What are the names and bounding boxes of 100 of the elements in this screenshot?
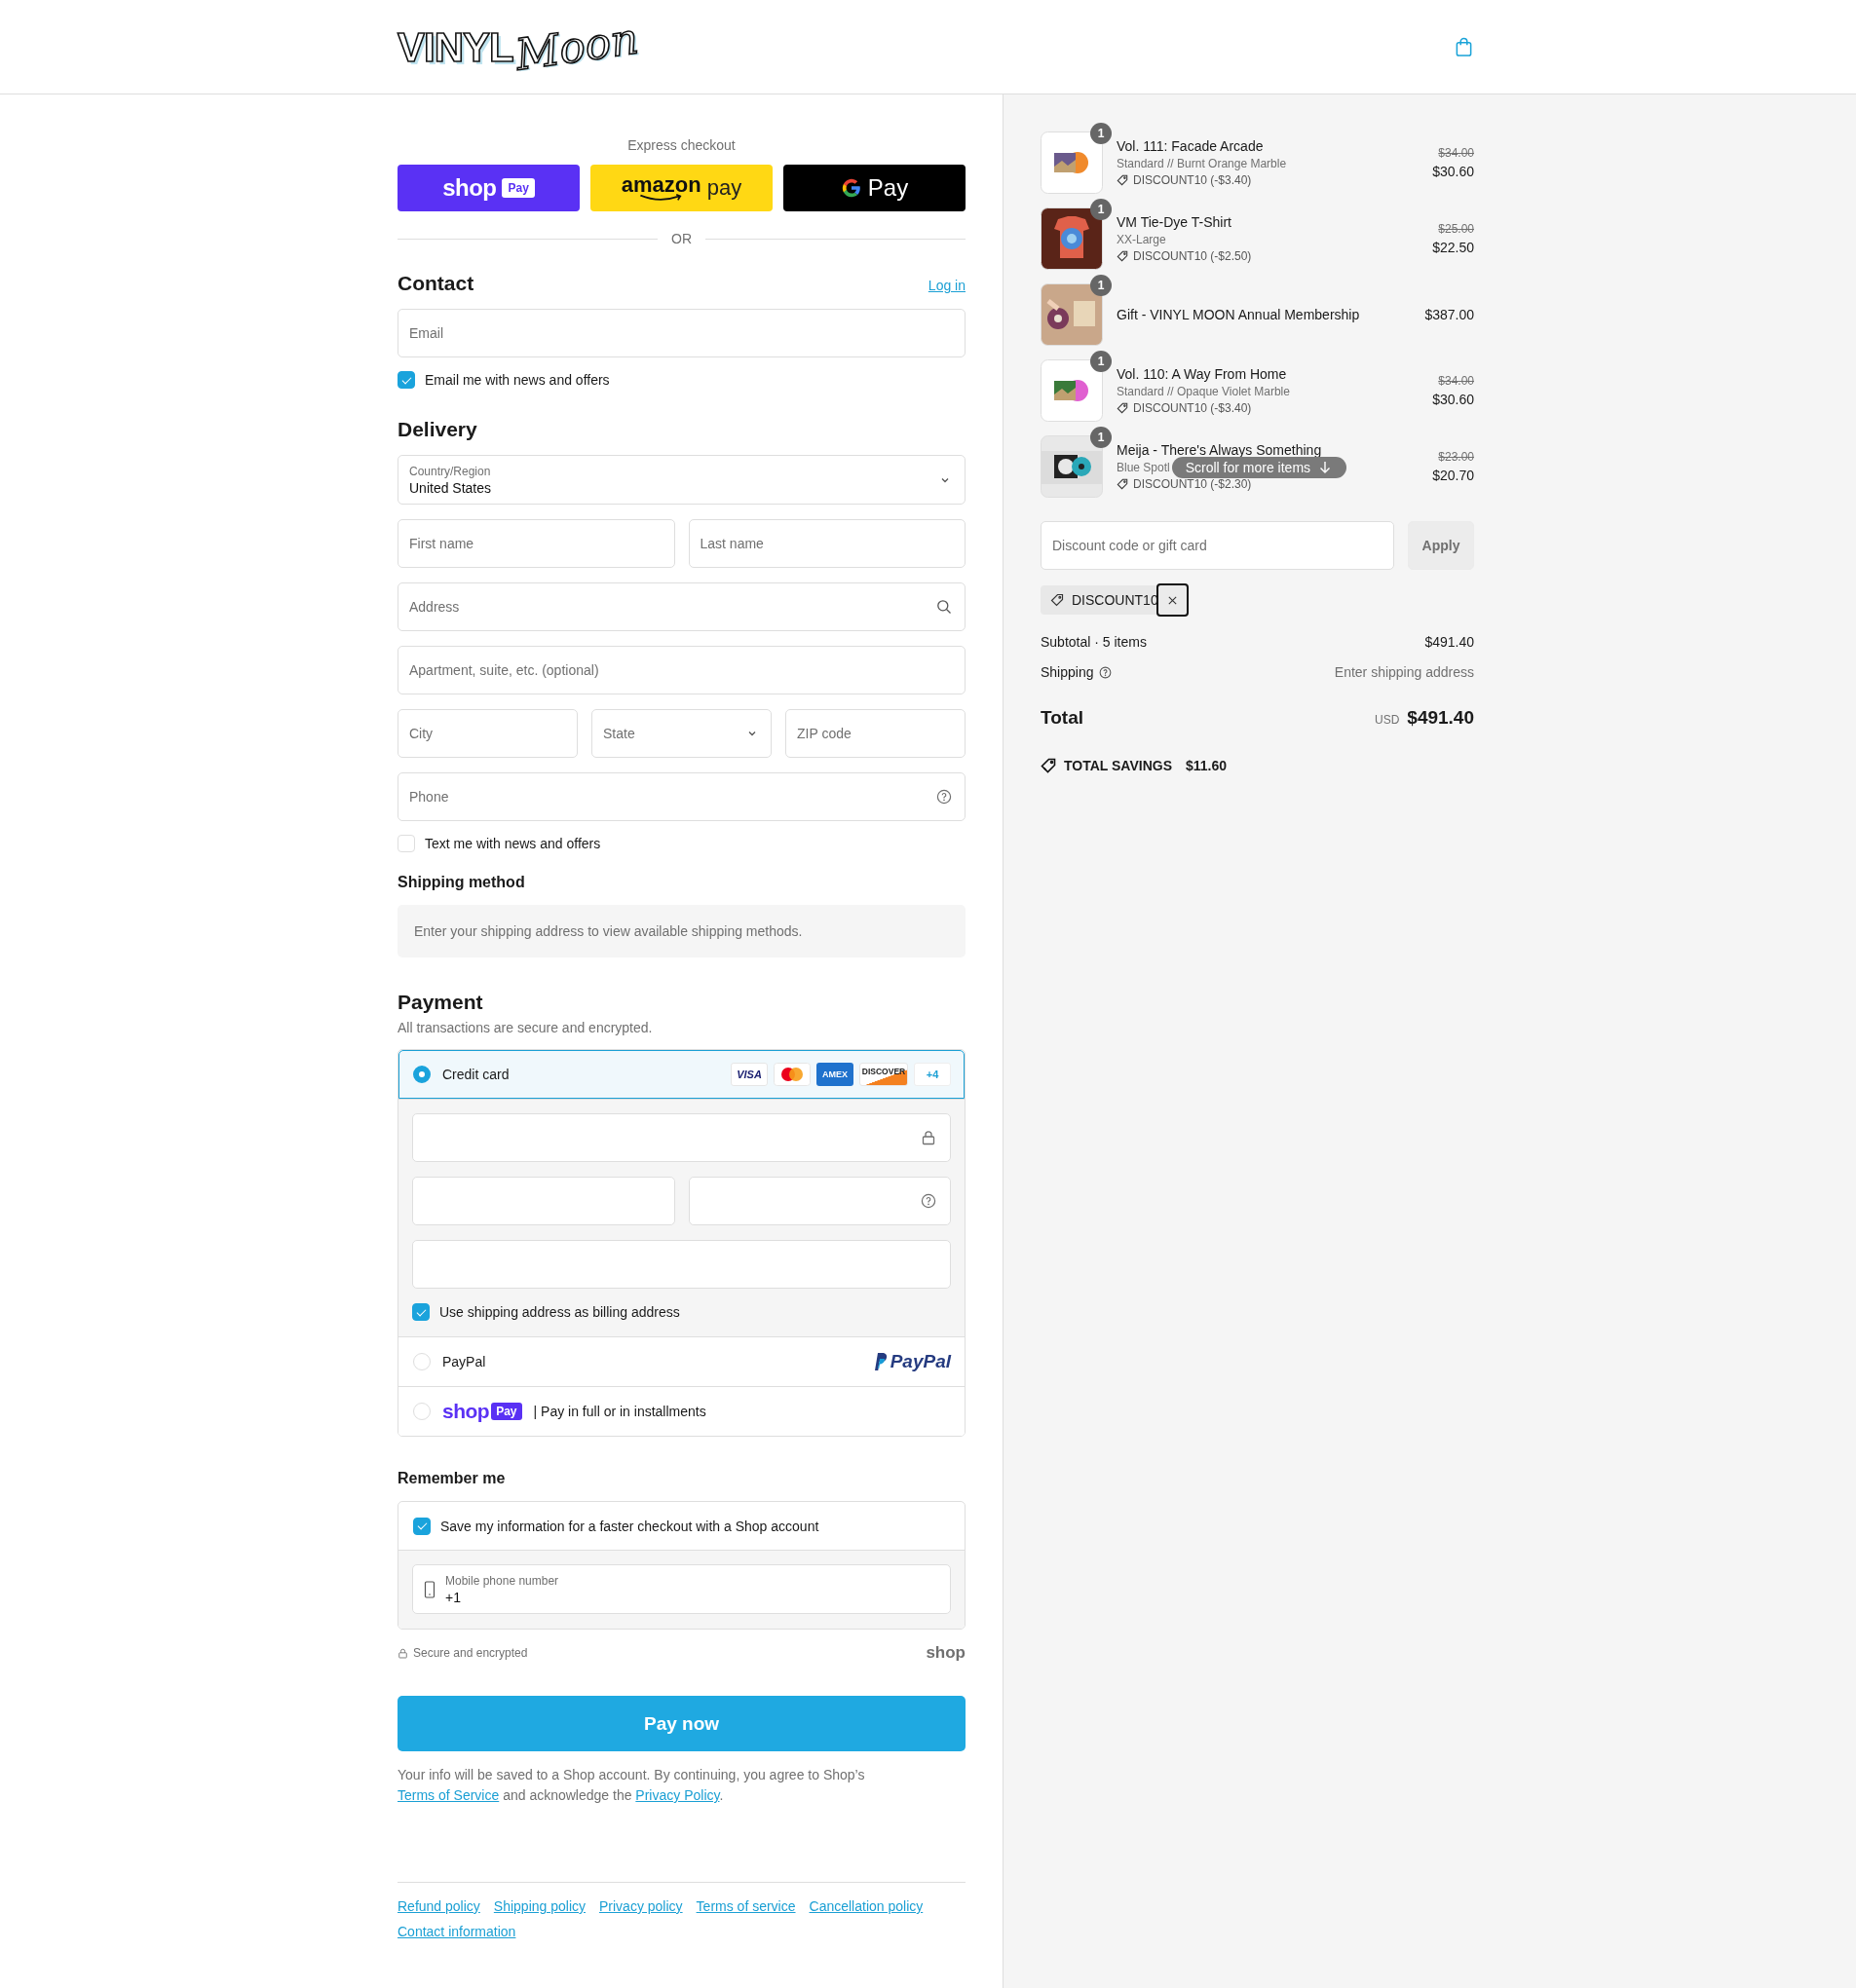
footer-link[interactable]: Terms of service bbox=[696, 1898, 796, 1914]
amazon-pay-button[interactable]: amazon pay bbox=[590, 165, 773, 211]
quantity-badge: 1 bbox=[1090, 351, 1112, 372]
item-discount: DISCOUNT10 (-$2.50) bbox=[1133, 249, 1252, 263]
footer-link[interactable]: Shipping policy bbox=[493, 1898, 586, 1914]
shop-logo: shop bbox=[926, 1643, 966, 1663]
tag-icon bbox=[1117, 402, 1128, 414]
input-field[interactable]: City bbox=[398, 709, 578, 758]
payment-option[interactable]: Credit card VISA AMEX DISCOVER +4 bbox=[398, 1050, 965, 1099]
google-logo bbox=[840, 177, 862, 199]
remove-discount-button[interactable] bbox=[1155, 583, 1189, 617]
checkbox-label: Text me with news and offers bbox=[425, 836, 601, 851]
lock-icon bbox=[398, 1647, 408, 1659]
tag-icon bbox=[1050, 593, 1064, 607]
checkbox[interactable] bbox=[412, 1303, 430, 1321]
lock-icon bbox=[921, 1130, 936, 1145]
help-icon[interactable] bbox=[1098, 665, 1112, 679]
footer-link[interactable]: Refund policy bbox=[398, 1898, 480, 1914]
legal-link[interactable]: Terms of Service bbox=[398, 1787, 500, 1803]
checkbox-label: Use shipping address as billing address bbox=[439, 1304, 680, 1320]
item-name: VM Tie-Dye T-Shirt bbox=[1117, 214, 1232, 230]
shipping-value: Enter shipping address bbox=[1334, 664, 1474, 680]
item-variant: XX-Large bbox=[1117, 233, 1166, 246]
item-discount: DISCOUNT10 (-$3.40) bbox=[1133, 401, 1252, 415]
express-checkout-label: Express checkout bbox=[627, 137, 736, 153]
more-cards-badge: +4 bbox=[914, 1063, 951, 1086]
mobile-phone-icon bbox=[424, 1580, 436, 1598]
tag-icon bbox=[1117, 478, 1128, 490]
tag-icon bbox=[1117, 174, 1128, 186]
input-field[interactable]: Last name bbox=[688, 519, 966, 568]
item-variant: Standard // Burnt Orange Marble bbox=[1117, 157, 1287, 170]
input-field[interactable]: First name bbox=[398, 519, 675, 568]
checkbox-label: Save my information for a faster checkout with a Shop account bbox=[440, 1518, 819, 1534]
dropdown[interactable]: State bbox=[591, 709, 772, 758]
discover-logo: DISCOVER bbox=[859, 1063, 908, 1086]
footer-link[interactable]: Contact information bbox=[398, 1924, 516, 1939]
phone-field[interactable]: Mobile phone number +1 bbox=[412, 1564, 951, 1614]
original-price: $34.00 bbox=[1438, 374, 1474, 388]
login-link[interactable]: Log in bbox=[928, 278, 966, 293]
radio-button[interactable] bbox=[413, 1066, 431, 1083]
payment-option-label: | Pay in full or in installments bbox=[533, 1404, 706, 1419]
total-value: $491.40 bbox=[1407, 707, 1474, 729]
currency-code: USD bbox=[1374, 713, 1400, 727]
shopping-bag-icon[interactable] bbox=[1455, 36, 1473, 57]
section-heading: Shipping method bbox=[398, 874, 526, 891]
paypal-wordmark: PayPal bbox=[890, 1351, 951, 1372]
input-field[interactable]: ZIP code bbox=[785, 709, 966, 758]
quantity-badge: 1 bbox=[1090, 123, 1112, 144]
help-icon[interactable] bbox=[936, 789, 952, 805]
item-discount: DISCOUNT10 (-$3.40) bbox=[1133, 173, 1252, 187]
shop-pay-logo: shop Pay bbox=[442, 1400, 522, 1423]
input-field[interactable]: Apartment, suite, etc. (optional) bbox=[398, 646, 966, 694]
quantity-badge: 1 bbox=[1090, 427, 1112, 448]
search-icon bbox=[936, 599, 952, 615]
subtotal-label: Subtotal · 5 items bbox=[1041, 634, 1147, 650]
input-field[interactable]: Address bbox=[398, 582, 966, 631]
shipping-label: Shipping bbox=[1041, 664, 1094, 680]
footer-link[interactable]: Cancellation policy bbox=[809, 1898, 924, 1914]
quantity-badge: 1 bbox=[1090, 199, 1112, 220]
help-icon[interactable] bbox=[921, 1193, 936, 1209]
input-field[interactable] bbox=[412, 1177, 675, 1225]
footer-link[interactable]: Privacy policy bbox=[599, 1898, 683, 1914]
subtotal-value: $491.40 bbox=[1424, 634, 1474, 650]
discount-code-field[interactable]: Discount code or gift card bbox=[1041, 521, 1394, 570]
item-variant: Standard // Opaque Violet Marble bbox=[1117, 385, 1290, 398]
visa-logo: VISA bbox=[731, 1063, 768, 1086]
shop-pay-button[interactable]: shop Pay bbox=[398, 165, 580, 211]
item-price: $387.00 bbox=[1424, 307, 1474, 322]
checkbox-label: Email me with news and offers bbox=[425, 372, 610, 388]
tag-icon bbox=[1117, 250, 1128, 262]
divider-label: OR bbox=[671, 231, 692, 246]
checkbox[interactable] bbox=[413, 1517, 431, 1535]
payment-option[interactable]: shop Pay | Pay in full or in installments bbox=[398, 1386, 965, 1436]
item-variant: Blue Spotl bbox=[1117, 461, 1170, 474]
original-price: $23.00 bbox=[1438, 450, 1474, 464]
item-name: Meija - There's Always Something bbox=[1117, 442, 1323, 458]
google-pay-button[interactable]: Pay bbox=[783, 165, 966, 211]
legal-notice: Your info will be saved to a Shop account. By continuing, you agree to Shop’s Terms of Service and acknowledge the Privacy Policy. bbox=[398, 1766, 866, 1805]
payment-option-label: Credit card bbox=[442, 1067, 510, 1082]
dropdown[interactable]: Country/Region United States bbox=[398, 455, 966, 505]
scroll-hint[interactable]: Scroll for more items bbox=[1171, 457, 1347, 478]
pay-now-button[interactable]: Pay now bbox=[398, 1696, 966, 1751]
input-field[interactable]: Email bbox=[398, 309, 966, 357]
quantity-badge: 1 bbox=[1090, 275, 1112, 296]
payment-option-label: PayPal bbox=[442, 1354, 486, 1369]
total-label: Total bbox=[1041, 707, 1083, 729]
mastercard-logo bbox=[774, 1063, 811, 1086]
savings-value: $11.60 bbox=[1186, 758, 1228, 773]
arrow-down-icon bbox=[1319, 461, 1332, 474]
input-field[interactable] bbox=[412, 1240, 951, 1289]
input-field[interactable]: Phone bbox=[398, 772, 966, 821]
shipping-methods-notice: Enter your shipping address to view available shipping methods. bbox=[398, 905, 966, 957]
input-field[interactable] bbox=[412, 1113, 951, 1162]
section-heading: Payment bbox=[398, 991, 484, 1014]
input-field[interactable] bbox=[688, 1177, 951, 1225]
item-price: $20.70 bbox=[1432, 468, 1474, 483]
discount-tag: DISCOUNT10 bbox=[1041, 585, 1158, 615]
checkbox[interactable] bbox=[398, 371, 415, 389]
amex-logo: AMEX bbox=[816, 1063, 853, 1086]
savings-label: TOTAL SAVINGS bbox=[1064, 758, 1172, 773]
